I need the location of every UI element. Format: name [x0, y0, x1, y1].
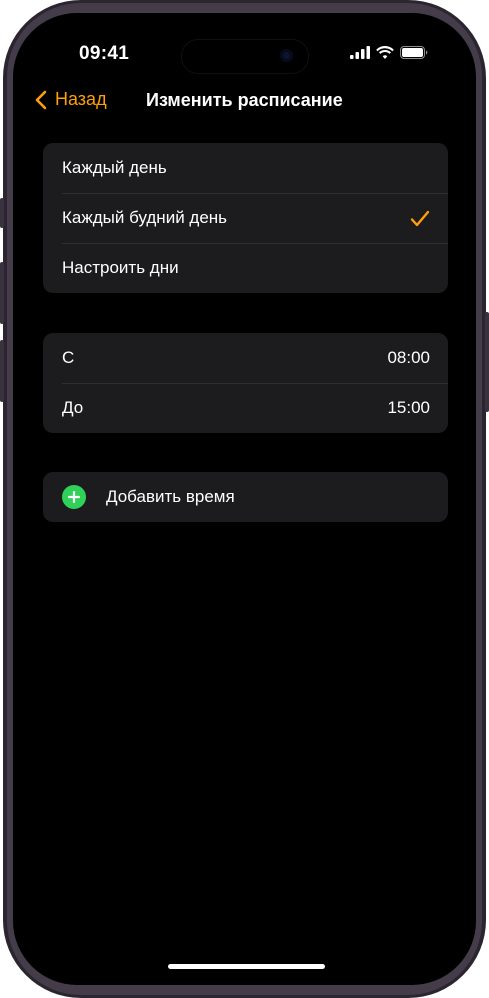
volume-down-button	[0, 340, 4, 402]
from-time-value: 08:00	[387, 348, 430, 367]
option-every-day[interactable]: Каждый день	[43, 143, 448, 193]
option-every-weekday[interactable]: Каждый будний день	[43, 193, 448, 243]
add-time-button[interactable]: Добавить время	[43, 472, 448, 522]
option-label: Каждый будний день	[62, 208, 228, 227]
chevron-left-icon	[35, 90, 47, 109]
status-time: 09:41	[79, 43, 130, 64]
cellular-signal-icon	[350, 46, 370, 59]
home-indicator[interactable]	[168, 964, 325, 969]
action-button	[0, 198, 4, 228]
screen: 09:41 Назад Изменить расписание Каждый д…	[13, 13, 476, 985]
camera-icon	[280, 49, 293, 62]
to-label: До	[62, 398, 84, 417]
plus-circle-icon	[62, 485, 86, 509]
back-button[interactable]: Назад	[35, 89, 107, 110]
to-time-row[interactable]: До 15:00	[43, 383, 448, 433]
checkmark-icon	[410, 210, 430, 226]
option-label: Настроить дни	[62, 258, 179, 277]
repeat-days-group: Каждый день Каждый будний день Настроить…	[43, 143, 448, 293]
option-custom-days[interactable]: Настроить дни	[43, 243, 448, 293]
add-time-label: Добавить время	[106, 487, 235, 506]
option-label: Каждый день	[62, 158, 167, 177]
from-label: С	[62, 348, 75, 367]
time-range-group: С 08:00 До 15:00	[43, 333, 448, 433]
back-button-label: Назад	[55, 89, 107, 109]
volume-up-button	[0, 262, 4, 324]
battery-icon	[400, 46, 428, 59]
wifi-icon	[376, 46, 394, 59]
add-time-group: Добавить время	[43, 472, 448, 522]
status-icons	[350, 46, 428, 59]
from-time-row[interactable]: С 08:00	[43, 333, 448, 383]
page-title: Изменить расписание	[146, 90, 343, 110]
to-time-value: 15:00	[387, 398, 430, 417]
power-button	[485, 312, 489, 412]
dynamic-island	[181, 39, 309, 74]
